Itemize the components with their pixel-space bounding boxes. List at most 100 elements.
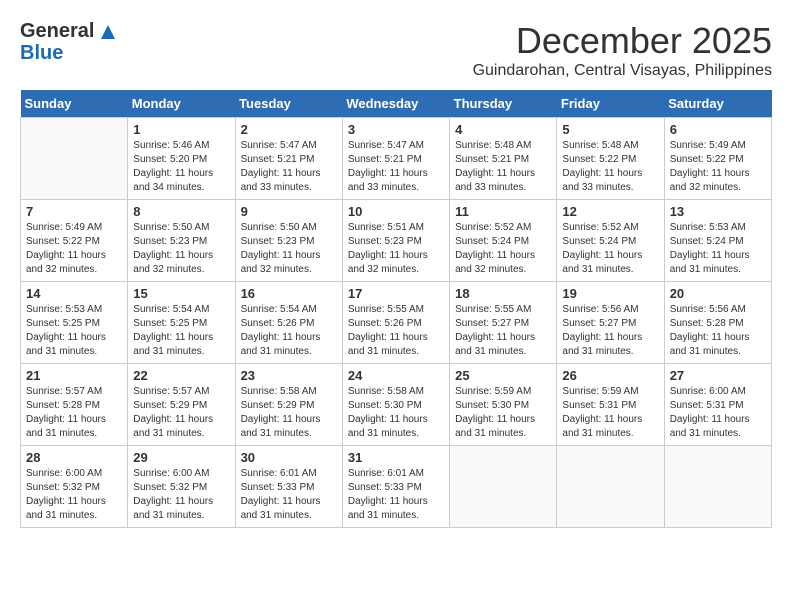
day-number: 14 — [26, 286, 122, 301]
day-info: Sunrise: 5:57 AM Sunset: 5:28 PM Dayligh… — [26, 385, 122, 441]
table-row: 1 Sunrise: 5:46 AM Sunset: 5:20 PM Daylig… — [128, 118, 235, 200]
calendar-header-friday: Friday — [557, 90, 664, 118]
day-info: Sunrise: 5:56 AM Sunset: 5:27 PM Dayligh… — [562, 303, 658, 359]
table-row: 6Sunrise: 5:49 AM Sunset: 5:22 PM Daylig… — [664, 118, 771, 200]
table-row: 14 Sunrise: 5:53 AM Sunset: 5:25 PM Dayli… — [21, 282, 128, 364]
day-info: Sunrise: 5:46 AM Sunset: 5:20 PM Dayligh… — [133, 139, 229, 195]
day-number: 23 — [241, 368, 337, 383]
logo-icon — [101, 25, 115, 39]
day-info: Sunrise: 5:47 AM Sunset: 5:21 PM Dayligh… — [348, 139, 444, 195]
title-section: December 2025 Guindarohan, Central Visay… — [473, 20, 772, 80]
day-number: 19 — [562, 286, 658, 301]
day-info: Sunrise: 5:54 AM Sunset: 5:26 PM Dayligh… — [241, 303, 337, 359]
table-row: 13Sunrise: 5:53 AM Sunset: 5:24 PM Dayli… — [664, 200, 771, 282]
table-row: 8Sunrise: 5:50 AM Sunset: 5:23 PM Daylig… — [128, 200, 235, 282]
day-number: 12 — [562, 204, 658, 219]
table-row — [664, 446, 771, 528]
table-row: 27 Sunrise: 6:00 AM Sunset: 5:31 PM Dayli… — [664, 364, 771, 446]
table-row: 10 Sunrise: 5:51 AM Sunset: 5:23 PM Dayli… — [342, 200, 449, 282]
calendar-week-row: 7Sunrise: 5:49 AM Sunset: 5:22 PM Daylig… — [21, 200, 772, 282]
day-number: 24 — [348, 368, 444, 383]
table-row: 20 Sunrise: 5:56 AM Sunset: 5:28 PM Dayli… — [664, 282, 771, 364]
day-info: Sunrise: 5:52 AM Sunset: 5:24 PM Dayligh… — [562, 221, 658, 277]
day-info: Sunrise: 5:47 AM Sunset: 5:21 PM Dayligh… — [241, 139, 337, 195]
day-info: Sunrise: 6:00 AM Sunset: 5:32 PM Dayligh… — [133, 467, 229, 523]
day-info: Sunrise: 5:50 AM Sunset: 5:23 PM Dayligh… — [133, 221, 229, 277]
calendar-week-row: 1 Sunrise: 5:46 AM Sunset: 5:20 PM Daylig… — [21, 118, 772, 200]
day-number: 21 — [26, 368, 122, 383]
day-number: 4 — [455, 122, 551, 137]
logo-text: General Blue — [20, 20, 116, 64]
logo-blue-text — [94, 20, 116, 42]
calendar-header-wednesday: Wednesday — [342, 90, 449, 118]
day-number: 6 — [670, 122, 766, 137]
page-header: General Blue December 2025 Guindarohan, … — [20, 20, 772, 80]
logo-general: General — [20, 20, 94, 42]
day-number: 15 — [133, 286, 229, 301]
day-info: Sunrise: 5:52 AM Sunset: 5:24 PM Dayligh… — [455, 221, 551, 277]
day-info: Sunrise: 5:54 AM Sunset: 5:25 PM Dayligh… — [133, 303, 229, 359]
day-number: 9 — [241, 204, 337, 219]
day-info: Sunrise: 6:01 AM Sunset: 5:33 PM Dayligh… — [348, 467, 444, 523]
day-info: Sunrise: 5:55 AM Sunset: 5:26 PM Dayligh… — [348, 303, 444, 359]
table-row: 23 Sunrise: 5:58 AM Sunset: 5:29 PM Dayli… — [235, 364, 342, 446]
table-row: 11 Sunrise: 5:52 AM Sunset: 5:24 PM Dayli… — [450, 200, 557, 282]
table-row: 16Sunrise: 5:54 AM Sunset: 5:26 PM Dayli… — [235, 282, 342, 364]
table-row: 9Sunrise: 5:50 AM Sunset: 5:23 PM Daylig… — [235, 200, 342, 282]
day-number: 11 — [455, 204, 551, 219]
day-info: Sunrise: 5:57 AM Sunset: 5:29 PM Dayligh… — [133, 385, 229, 441]
day-info: Sunrise: 5:49 AM Sunset: 5:22 PM Dayligh… — [26, 221, 122, 277]
day-info: Sunrise: 6:00 AM Sunset: 5:31 PM Dayligh… — [670, 385, 766, 441]
day-number: 3 — [348, 122, 444, 137]
day-info: Sunrise: 5:55 AM Sunset: 5:27 PM Dayligh… — [455, 303, 551, 359]
day-number: 28 — [26, 450, 122, 465]
day-info: Sunrise: 5:58 AM Sunset: 5:29 PM Dayligh… — [241, 385, 337, 441]
day-number: 22 — [133, 368, 229, 383]
day-number: 18 — [455, 286, 551, 301]
table-row: 12 Sunrise: 5:52 AM Sunset: 5:24 PM Dayli… — [557, 200, 664, 282]
table-row: 22 Sunrise: 5:57 AM Sunset: 5:29 PM Dayli… — [128, 364, 235, 446]
day-info: Sunrise: 6:00 AM Sunset: 5:32 PM Dayligh… — [26, 467, 122, 523]
day-number: 20 — [670, 286, 766, 301]
location: Guindarohan, Central Visayas, Philippine… — [473, 62, 772, 80]
table-row: 24 Sunrise: 5:58 AM Sunset: 5:30 PM Dayli… — [342, 364, 449, 446]
table-row: 28 Sunrise: 6:00 AM Sunset: 5:32 PM Dayli… — [21, 446, 128, 528]
calendar-header-tuesday: Tuesday — [235, 90, 342, 118]
day-info: Sunrise: 5:56 AM Sunset: 5:28 PM Dayligh… — [670, 303, 766, 359]
day-info: Sunrise: 5:48 AM Sunset: 5:22 PM Dayligh… — [562, 139, 658, 195]
day-info: Sunrise: 5:51 AM Sunset: 5:23 PM Dayligh… — [348, 221, 444, 277]
day-number: 10 — [348, 204, 444, 219]
day-number: 26 — [562, 368, 658, 383]
day-info: Sunrise: 5:59 AM Sunset: 5:30 PM Dayligh… — [455, 385, 551, 441]
day-number: 25 — [455, 368, 551, 383]
day-number: 31 — [348, 450, 444, 465]
day-number: 13 — [670, 204, 766, 219]
table-row: 30Sunrise: 6:01 AM Sunset: 5:33 PM Dayli… — [235, 446, 342, 528]
table-row: 4Sunrise: 5:48 AM Sunset: 5:21 PM Daylig… — [450, 118, 557, 200]
table-row: 7Sunrise: 5:49 AM Sunset: 5:22 PM Daylig… — [21, 200, 128, 282]
day-number: 17 — [348, 286, 444, 301]
day-info: Sunrise: 5:53 AM Sunset: 5:25 PM Dayligh… — [26, 303, 122, 359]
calendar-header-saturday: Saturday — [664, 90, 771, 118]
day-number: 30 — [241, 450, 337, 465]
table-row — [557, 446, 664, 528]
table-row — [21, 118, 128, 200]
table-row: 2 Sunrise: 5:47 AM Sunset: 5:21 PM Daylig… — [235, 118, 342, 200]
table-row: 5 Sunrise: 5:48 AM Sunset: 5:22 PM Daylig… — [557, 118, 664, 200]
table-row: 15 Sunrise: 5:54 AM Sunset: 5:25 PM Dayli… — [128, 282, 235, 364]
table-row: 25 Sunrise: 5:59 AM Sunset: 5:30 PM Dayli… — [450, 364, 557, 446]
day-info: Sunrise: 5:58 AM Sunset: 5:30 PM Dayligh… — [348, 385, 444, 441]
day-number: 27 — [670, 368, 766, 383]
day-number: 1 — [133, 122, 229, 137]
table-row: 3 Sunrise: 5:47 AM Sunset: 5:21 PM Daylig… — [342, 118, 449, 200]
logo: General Blue — [20, 20, 116, 64]
day-info: Sunrise: 5:59 AM Sunset: 5:31 PM Dayligh… — [562, 385, 658, 441]
table-row: 18 Sunrise: 5:55 AM Sunset: 5:27 PM Dayli… — [450, 282, 557, 364]
calendar-header-sunday: Sunday — [21, 90, 128, 118]
day-number: 2 — [241, 122, 337, 137]
table-row: 26 Sunrise: 5:59 AM Sunset: 5:31 PM Dayli… — [557, 364, 664, 446]
day-number: 5 — [562, 122, 658, 137]
calendar-week-row: 21 Sunrise: 5:57 AM Sunset: 5:28 PM Dayli… — [21, 364, 772, 446]
calendar-week-row: 14 Sunrise: 5:53 AM Sunset: 5:25 PM Dayli… — [21, 282, 772, 364]
calendar-header-thursday: Thursday — [450, 90, 557, 118]
